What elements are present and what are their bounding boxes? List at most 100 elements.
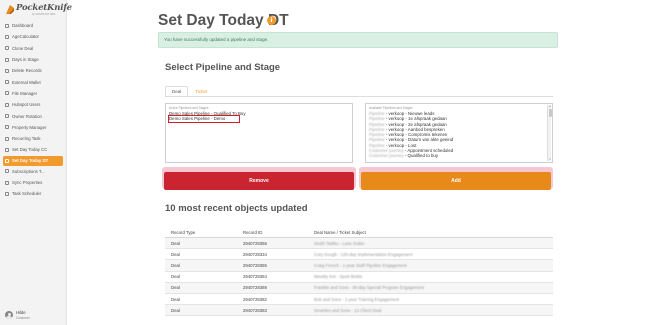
active-pipelines-caption: Active Pipelines and Stages — [169, 106, 209, 110]
sidebar-item-label: Hubspot Users — [12, 102, 41, 108]
cell-record-id: 2940728355 — [243, 262, 267, 268]
sidebar-item-owner-rotation[interactable]: Owner Rotation — [0, 110, 66, 121]
table-row: Deal 2940728355 Craig French - 1-year Staf… — [165, 260, 553, 272]
tab-divider — [165, 96, 553, 97]
active-pipeline-option[interactable]: Demo Sales Pipeline - Demo — [168, 115, 240, 123]
available-pipelines-caption: Available Pipelines and Stages — [369, 106, 413, 110]
table-row: Deal 2940728354 Weekly irvii - Spott Binkl… — [165, 272, 553, 283]
sidebar-item-subscriptions-t[interactable]: Subscriptions T... — [0, 166, 66, 177]
recent-objects-table: Record Type Record ID Deal Name / Ticket… — [165, 228, 553, 317]
subscriptions-icon — [5, 169, 9, 174]
cell-record-type: Deal — [171, 240, 180, 246]
wallet-icon — [5, 80, 9, 85]
sidebar-nav: Dashboard AgeCalculator Clone Deal Days in … — [0, 20, 66, 199]
sidebar-item-label: External Wallet — [12, 79, 41, 85]
table-row: Deal 2940728356 Smith Tadiko - Lane Dubio — [165, 238, 553, 250]
sidebar-item-task-scheduler[interactable]: Task Scheduler — [0, 188, 66, 199]
sidebar-item-sync-properties[interactable]: Sync Properties — [0, 177, 66, 188]
cell-name: Cory Dough - 120-day Implementation Enga… — [314, 251, 413, 257]
scroll-up-arrow-icon[interactable]: ▲ — [549, 105, 552, 108]
table-row: Deal 2940728369 Franklin and Sons - 90-day… — [165, 282, 553, 294]
sidebar-item-hubspot-users[interactable]: Hubspot Users — [0, 99, 66, 110]
tab-ticket[interactable]: Ticket — [188, 86, 214, 96]
dashboard-icon — [5, 23, 9, 28]
remove-button[interactable]: Remove — [164, 172, 354, 190]
sidebar-item-days-in-stage[interactable]: Days in Stage — [0, 54, 66, 65]
column-header-record-type: Record Type — [171, 230, 196, 235]
sidebar-item-file-manager[interactable]: File Manager — [0, 88, 66, 99]
recent-objects-title: 10 most recent objects updated — [165, 203, 308, 214]
cell-record-type: Deal — [171, 262, 180, 268]
info-icon[interactable]: i — [267, 16, 276, 25]
column-header-name: Deal Name / Ticket Subject — [314, 230, 366, 235]
sidebar-item-label: Dashboard — [12, 23, 34, 29]
cell-record-id: 2940728369 — [243, 285, 267, 291]
scroll-down-arrow-icon[interactable]: ▼ — [549, 158, 552, 161]
recurring-icon — [5, 136, 9, 141]
pocketknife-logo-icon — [6, 5, 14, 14]
sidebar-item-label: AgeCalculator — [12, 34, 39, 40]
users-icon — [5, 102, 9, 107]
sidebar-item-label: Clone Deal — [12, 45, 34, 51]
sidebar-item-label: Property Manager — [12, 124, 47, 130]
logo[interactable]: PocketKnife by CONTRAST ORG — [5, 3, 72, 17]
sidebar-item-label: Subscriptions T... — [12, 168, 45, 174]
record-type-tabs: Deal Ticket — [165, 86, 214, 96]
scheduler-icon — [5, 191, 9, 196]
sidebar-item-label: Set Day Today DT — [12, 158, 49, 164]
cell-name: Weekly irvii - Spott Binkle — [314, 274, 363, 280]
sidebar-item-set-day-today-cc[interactable]: Set Day Today CC — [0, 144, 66, 155]
cell-record-id: 2940728354 — [243, 274, 267, 280]
cell-record-id: 2940728382 — [243, 296, 267, 302]
success-alert: You have successfully updated a pipeline… — [158, 32, 558, 48]
cell-record-id: 2940728334 — [243, 251, 267, 257]
table-row: Deal 2940728383 Smarties and Sons - 12-Cli… — [165, 305, 553, 317]
scroll-thumb[interactable] — [548, 109, 552, 117]
sidebar-item-label: File Manager — [12, 90, 38, 96]
add-button-focus-ring: Add — [359, 167, 553, 190]
sidebar-item-label: Sync Properties — [12, 180, 43, 185]
cell-name: Craig French - 1-year Staff Pipeline Eng… — [314, 262, 407, 268]
user-role: Customer — [16, 315, 30, 320]
rotation-icon — [5, 114, 9, 119]
available-list-scrollbar[interactable]: ▲ ▼ — [547, 105, 552, 161]
cell-name: Smith Tadiko - Lane Dubio — [314, 240, 365, 246]
trash-icon — [5, 68, 9, 73]
sidebar-item-external-wallet[interactable]: External Wallet — [0, 76, 66, 87]
sidebar-item-label: Set Day Today CC — [12, 147, 48, 153]
available-pipelines-list[interactable]: Available Pipelines and Stages Pipeline … — [365, 103, 553, 163]
sidebar-item-dashboard[interactable]: Dashboard — [0, 20, 66, 31]
active-pipelines-list[interactable]: Active Pipelines and Stages Demo Sales P… — [165, 103, 353, 163]
select-pipeline-title: Select Pipeline and Stage — [165, 62, 281, 73]
sidebar-item-set-day-today-dt[interactable]: Set Day Today DT — [3, 155, 63, 166]
sidebar-item-label: Task Scheduler — [12, 191, 42, 197]
column-header-record-id: Record ID — [243, 230, 263, 235]
sidebar-item-agecalculator[interactable]: AgeCalculator — [0, 31, 66, 42]
day-icon — [5, 147, 9, 152]
remove-button-focus-ring: Remove — [162, 167, 356, 190]
tab-deal[interactable]: Deal — [165, 86, 189, 96]
sidebar-item-recurring-task[interactable]: Recurring Task — [0, 133, 66, 144]
avatar-icon — [5, 311, 13, 320]
sidebar-item-delete-records[interactable]: Delete Records — [0, 65, 66, 76]
cell-record-type: Deal — [171, 285, 180, 291]
property-icon — [5, 125, 9, 130]
add-button[interactable]: Add — [361, 172, 551, 190]
sidebar-item-label: Days in Stage — [12, 57, 39, 63]
sidebar-item-label: Delete Records — [12, 68, 42, 74]
cell-name: Smarties and Sons - 12-Client Deal — [314, 307, 382, 313]
cell-record-type: Deal — [171, 307, 180, 313]
table-header-row: Record Type Record ID Deal Name / Ticket… — [165, 228, 553, 238]
sidebar-item-clone-deal[interactable]: Clone Deal — [0, 43, 66, 54]
cell-record-id: 2940728356 — [243, 240, 267, 246]
cell-record-type: Deal — [171, 251, 180, 257]
day-icon — [5, 158, 9, 163]
sidebar-item-label: Recurring Task — [12, 136, 41, 142]
user-profile[interactable]: Hilde Customer — [5, 310, 30, 320]
available-pipeline-option[interactable]: Customer journey - Qualified to buy — [369, 153, 549, 158]
calendar-icon — [5, 57, 9, 62]
cell-record-id: 2940728383 — [243, 307, 267, 313]
folder-icon — [5, 91, 9, 96]
sidebar-item-property-manager[interactable]: Property Manager — [0, 122, 66, 133]
calculator-icon — [5, 34, 9, 39]
